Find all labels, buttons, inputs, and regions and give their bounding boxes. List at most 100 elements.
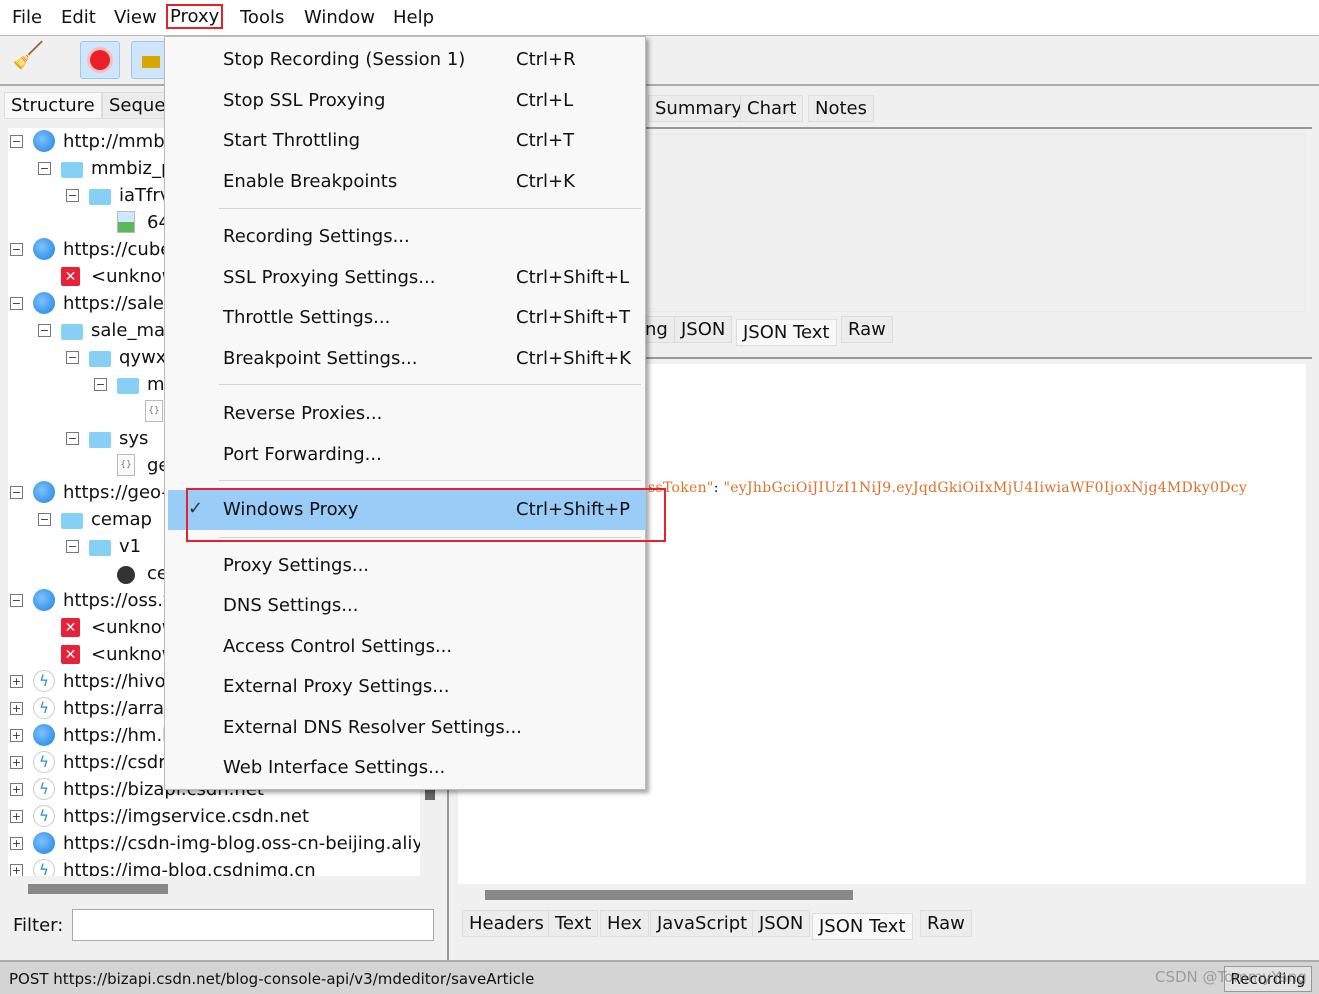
menu-item-label: Enable Breakpoints	[223, 171, 398, 192]
collapse-toggle-icon[interactable]: −	[10, 243, 23, 256]
menu-item-proxy-settings[interactable]: Proxy Settings...	[165, 546, 643, 586]
collapse-toggle-icon[interactable]: −	[66, 189, 79, 202]
menu-item-shortcut: Ctrl+Shift+L	[516, 267, 630, 288]
tree-label: https://img-blog.csdnimg.cn	[63, 860, 316, 876]
menu-item-web-interface-settings[interactable]: Web Interface Settings...	[165, 748, 643, 788]
tab-headers[interactable]: Headers	[462, 910, 551, 937]
expand-toggle-icon[interactable]: +	[10, 702, 23, 715]
tab-json-text[interactable]: JSON Text	[736, 319, 837, 346]
tree-label: cemap	[91, 509, 152, 530]
menu-item-ssl-proxying-settings[interactable]: SSL Proxying Settings... Ctrl+Shift+L	[165, 258, 643, 298]
tree-label: https://arra	[63, 698, 165, 719]
tab-json-text[interactable]: JSON Text	[812, 913, 913, 940]
expand-toggle-icon[interactable]: +	[10, 675, 23, 688]
collapse-toggle-icon[interactable]: −	[10, 135, 23, 148]
collapse-toggle-icon[interactable]: −	[66, 351, 79, 364]
collapse-toggle-icon[interactable]: −	[66, 432, 79, 445]
menu-help[interactable]: Help	[393, 7, 434, 28]
status-text: POST https://bizapi.csdn.net/blog-consol…	[9, 970, 535, 988]
menu-item-external-dns-resolver-settings[interactable]: External DNS Resolver Settings...	[165, 708, 643, 748]
tree-row[interactable]: + ϟ https://img-blog.csdnimg.cn	[8, 858, 420, 876]
tree-label: https://hivo	[63, 671, 166, 692]
menu-tools[interactable]: Tools	[240, 7, 284, 28]
tree-label: https://cube	[63, 239, 172, 260]
tab-notes[interactable]: Notes	[808, 95, 874, 122]
menu-file[interactable]: File	[12, 7, 42, 28]
tab-raw[interactable]: Raw	[920, 910, 972, 937]
tab-text[interactable]: Text	[548, 910, 599, 937]
menu-item-start-throttling[interactable]: Start Throttling Ctrl+T	[165, 121, 643, 161]
menu-view[interactable]: View	[114, 7, 157, 28]
expand-toggle-icon[interactable]: +	[10, 864, 23, 876]
menu-item-label: DNS Settings...	[223, 595, 359, 616]
expand-toggle-icon[interactable]: +	[10, 783, 23, 796]
menu-item-shortcut: Ctrl+Shift+K	[516, 348, 631, 369]
menu-item-stop-recording-session-1[interactable]: Stop Recording (Session 1) Ctrl+R	[165, 40, 643, 80]
menu-item-label: Recording Settings...	[223, 226, 410, 247]
error-icon: ✕	[61, 267, 80, 286]
tree-vertical-scrollbar[interactable]	[425, 790, 435, 800]
tab-chart[interactable]: Chart	[740, 95, 804, 122]
folder-icon	[89, 189, 111, 205]
folder-icon	[89, 432, 111, 448]
folder-icon	[61, 513, 83, 529]
collapse-toggle-icon[interactable]: −	[38, 513, 51, 526]
clear-broom-icon[interactable]: 🧹	[12, 41, 52, 79]
menu-window[interactable]: Window	[304, 7, 375, 28]
error-icon: ✕	[61, 618, 80, 637]
tab-structure[interactable]: Structure	[4, 92, 102, 119]
menu-item-port-forwarding[interactable]: Port Forwarding...	[165, 435, 643, 475]
menu-proxy[interactable]: Proxy	[165, 4, 224, 29]
menu-separator	[219, 208, 641, 209]
menubar: File Edit View Proxy Tools Window Help	[0, 0, 1319, 36]
tree-label: https://oss.v	[63, 590, 174, 611]
collapse-toggle-icon[interactable]: −	[94, 378, 107, 391]
globe-icon	[33, 724, 55, 746]
tab-raw[interactable]: Raw	[841, 316, 893, 343]
menu-item-label: Port Forwarding...	[223, 444, 382, 465]
proxy-menu: Stop Recording (Session 1) Ctrl+R Stop SSL…	[164, 36, 646, 790]
tree-horizontal-scrollbar[interactable]	[28, 884, 168, 894]
menu-item-stop-ssl-proxying[interactable]: Stop SSL Proxying Ctrl+L	[165, 81, 643, 121]
collapse-toggle-icon[interactable]: −	[10, 594, 23, 607]
tree-label: sys	[119, 428, 149, 449]
menu-item-label: SSL Proxying Settings...	[223, 267, 436, 288]
menu-item-dns-settings[interactable]: DNS Settings...	[165, 586, 643, 626]
filter-input[interactable]	[72, 909, 434, 941]
folder-icon	[61, 162, 83, 178]
menu-edit[interactable]: Edit	[61, 7, 96, 28]
globe-icon	[33, 238, 55, 260]
tab-seque[interactable]: Seque	[102, 92, 173, 119]
tree-row[interactable]: + https://csdn-img-blog.oss-cn-beijing.al…	[8, 831, 420, 857]
expand-toggle-icon[interactable]: +	[10, 729, 23, 742]
collapse-toggle-icon[interactable]: −	[10, 297, 23, 310]
menu-item-recording-settings[interactable]: Recording Settings...	[165, 217, 643, 257]
tab-hex[interactable]: Hex	[600, 910, 649, 937]
folder-icon	[89, 351, 111, 367]
collapse-toggle-icon[interactable]: −	[38, 324, 51, 337]
menu-item-reverse-proxies[interactable]: Reverse Proxies...	[165, 394, 643, 434]
collapse-toggle-icon[interactable]: −	[38, 162, 51, 175]
expand-toggle-icon[interactable]: +	[10, 756, 23, 769]
response-horizontal-scrollbar[interactable]	[485, 890, 853, 900]
tree-label: http://mmb	[63, 131, 165, 152]
expand-toggle-icon[interactable]: +	[10, 837, 23, 850]
tree-label: mmbiz_p	[91, 158, 173, 179]
folder-icon	[61, 324, 83, 340]
tree-label: m	[147, 374, 165, 395]
expand-toggle-icon[interactable]: +	[10, 810, 23, 823]
record-button[interactable]	[80, 41, 120, 79]
tab-json[interactable]: JSON	[674, 316, 733, 343]
tab-json[interactable]: JSON	[752, 910, 811, 937]
tab-summary[interactable]: Summary	[648, 95, 749, 122]
menu-item-enable-breakpoints[interactable]: Enable Breakpoints Ctrl+K	[165, 162, 643, 202]
menu-item-access-control-settings[interactable]: Access Control Settings...	[165, 627, 643, 667]
menu-item-breakpoint-settings[interactable]: Breakpoint Settings... Ctrl+Shift+K	[165, 339, 643, 379]
menu-item-external-proxy-settings[interactable]: External Proxy Settings...	[165, 667, 643, 707]
menu-item-label: Web Interface Settings...	[223, 757, 446, 778]
collapse-toggle-icon[interactable]: −	[10, 486, 23, 499]
tab-javascript[interactable]: JavaScript	[650, 910, 755, 937]
collapse-toggle-icon[interactable]: −	[66, 540, 79, 553]
tree-row[interactable]: + ϟ https://imgservice.csdn.net	[8, 804, 420, 830]
menu-item-throttle-settings[interactable]: Throttle Settings... Ctrl+Shift+T	[165, 298, 643, 338]
